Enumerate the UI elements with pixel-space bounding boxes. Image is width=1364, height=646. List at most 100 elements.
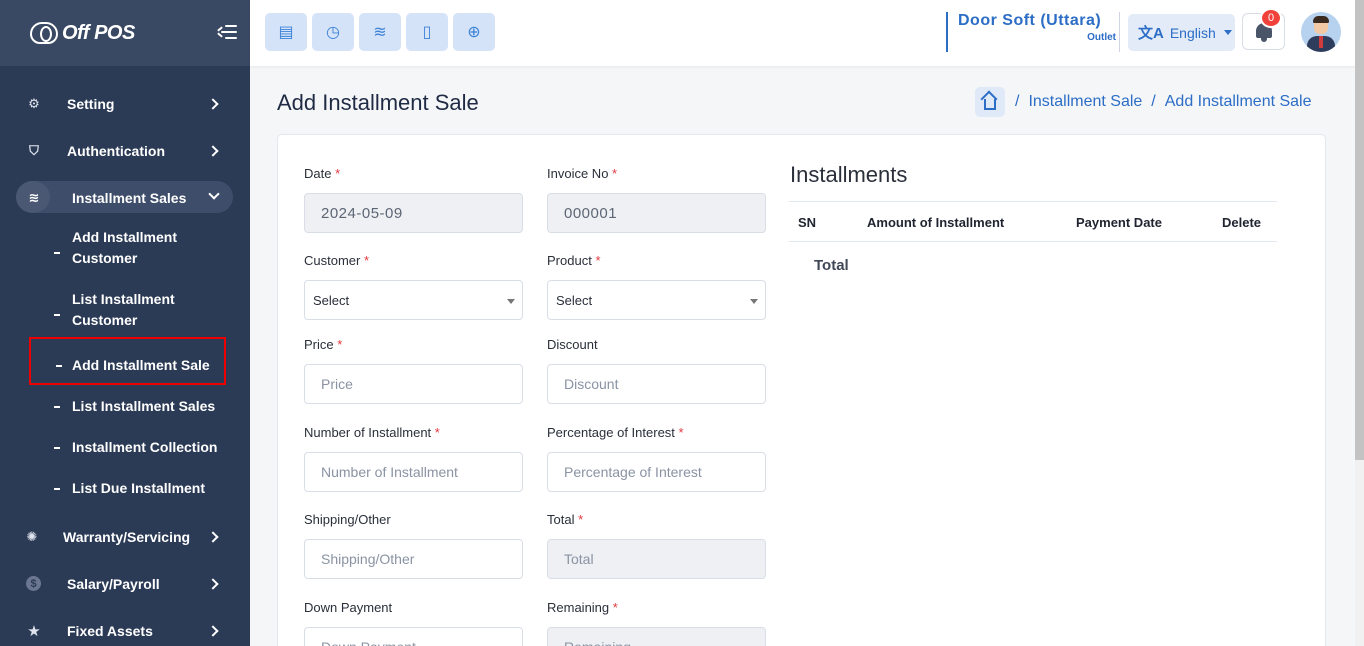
calculator-button[interactable]: ▯ — [406, 13, 448, 51]
sidebar-subitem-add-installment-customer[interactable]: Add Installment Customer — [0, 221, 250, 283]
customer-select[interactable]: Select — [304, 280, 523, 320]
total-field-group: Total * Total — [547, 512, 766, 579]
subitem-label-line2: Customer — [72, 312, 138, 328]
breadcrumb-separator: / — [1151, 93, 1156, 110]
down-payment-label: Down Payment — [304, 600, 393, 615]
sidebar-subitem-list-installment-sales[interactable]: List Installment Sales — [0, 386, 250, 427]
form-card: Date * 2024-05-09 Invoice No * 000001 Cu… — [277, 134, 1326, 646]
product-label: Product * — [547, 253, 601, 268]
avatar-hair — [1313, 16, 1329, 23]
chevron-right-icon — [207, 97, 219, 110]
breadcrumb-current: Add Installment Sale — [1164, 93, 1312, 110]
logo-text: Off POS — [62, 21, 135, 44]
installments-title: Installments — [790, 162, 908, 187]
product-field-group: Product * Select — [547, 253, 766, 320]
layers-icon: ≋ — [373, 24, 387, 41]
notification-badge: 0 — [1260, 8, 1282, 28]
remaining-label: Remaining * — [547, 600, 618, 615]
outlet-name: Door Soft (Uttara) — [958, 12, 1102, 29]
down-payment-input[interactable]: Down Payment — [304, 627, 523, 646]
star-icon: ★ — [27, 622, 41, 640]
bulb-icon: ✺ — [26, 528, 38, 544]
sidebar-item-authentication[interactable]: ⛉ Authentication — [0, 127, 250, 174]
invoice-label: Invoice No * — [547, 166, 618, 181]
invoice-input[interactable]: 000001 — [547, 193, 766, 233]
sidebar-item-installment-sales[interactable]: ≋ Installment Sales — [0, 174, 250, 221]
sidebar-item-label: Setting — [67, 95, 115, 112]
language-dropdown[interactable]: 文A English — [1128, 14, 1235, 51]
subitem-label-line2: Customer — [72, 250, 138, 266]
price-input[interactable]: Price — [304, 364, 523, 404]
shield-icon: ⛉ — [29, 142, 39, 158]
date-input[interactable]: 2024-05-09 — [304, 193, 523, 233]
pos-button[interactable]: ▤ — [265, 13, 307, 51]
chevron-right-icon — [207, 530, 219, 543]
dash-icon — [54, 314, 60, 316]
dash-icon — [54, 488, 60, 490]
outlet-type: Outlet — [1087, 32, 1116, 43]
clock-button[interactable]: ◷ — [312, 13, 354, 51]
logo-icon — [30, 22, 58, 44]
layers-icon: ≋ — [28, 189, 40, 205]
brand: Off POS — [0, 0, 250, 66]
total-input[interactable]: Total — [547, 539, 766, 579]
sidebar-item-label: Warranty/Servicing — [63, 528, 191, 545]
breadcrumb-installment-sale[interactable]: Installment Sale — [1028, 93, 1142, 111]
down-payment-field-group: Down Payment Down Payment — [304, 600, 523, 646]
discount-input[interactable]: Discount — [547, 364, 766, 404]
subitem-label: Installment Collection — [72, 439, 218, 455]
dash-icon — [54, 447, 60, 449]
total-label: Total * — [547, 512, 584, 527]
invoice-field-group: Invoice No * 000001 — [547, 166, 766, 233]
outlet-info[interactable]: Door Soft (Uttara) Outlet — [946, 12, 1120, 52]
column-header-delete: Delete — [1222, 215, 1262, 230]
num-installment-input[interactable]: Number of Installment — [304, 452, 523, 492]
highlight-box — [29, 337, 226, 385]
pos-icon: ▤ — [278, 24, 294, 41]
column-header-payment-date: Payment Date — [1076, 215, 1162, 230]
subitem-label: List Installment Sales — [72, 398, 216, 414]
sidebar-subitem-installment-collection[interactable]: Installment Collection — [0, 427, 250, 468]
installments-table-header: SN Amount of Installment Payment Date De… — [789, 201, 1277, 242]
divider — [1119, 12, 1120, 52]
subitem-label-line1: Add Installment — [72, 229, 178, 245]
customer-field-group: Customer * Select — [304, 253, 523, 320]
sidebar-subitem-list-due-installment[interactable]: List Due Installment — [0, 468, 250, 509]
column-header-amount: Amount of Installment — [867, 215, 1005, 230]
sidebar-item-warranty-servicing[interactable]: ✺ Warranty/Servicing — [0, 513, 250, 560]
chevron-right-icon — [207, 624, 219, 637]
date-label: Date * — [304, 166, 341, 181]
price-label: Price * — [304, 337, 343, 352]
sidebar-collapse-button[interactable] — [217, 22, 237, 42]
shipping-input[interactable]: Shipping/Other — [304, 539, 523, 579]
dash-icon — [54, 252, 60, 254]
breadcrumb-separator: / — [1015, 93, 1020, 110]
notification-button[interactable]: 0 — [1242, 8, 1285, 50]
subitem-label: List Due Installment — [72, 480, 206, 496]
sidebar-item-setting[interactable]: ⚙ Setting — [0, 80, 250, 127]
num-installment-label: Number of Installment * — [304, 425, 440, 440]
target-button[interactable]: ⊕ — [453, 13, 495, 51]
layers-button[interactable]: ≋ — [359, 13, 401, 51]
shipping-label: Shipping/Other — [304, 512, 391, 527]
sidebar-item-salary-payroll[interactable]: $ Salary/Payroll — [0, 560, 250, 607]
sidebar-item-label: Salary/Payroll — [67, 575, 160, 592]
interest-label: Percentage of Interest * — [547, 425, 684, 440]
remaining-input[interactable]: Remaining — [547, 627, 766, 646]
target-icon: ⊕ — [467, 24, 481, 41]
interest-input[interactable]: Percentage of Interest — [547, 452, 766, 492]
date-field-group: Date * 2024-05-09 — [304, 166, 523, 233]
dollar-icon: $ — [26, 576, 41, 591]
sidebar-item-label: Installment Sales — [72, 189, 187, 206]
sidebar-item-fixed-assets[interactable]: ★ Fixed Assets — [0, 607, 250, 646]
breadcrumb: / Installment Sale / Add Installment Sal… — [975, 87, 1312, 117]
breadcrumb-home[interactable] — [975, 87, 1005, 117]
translate-icon: 文A — [1138, 25, 1164, 42]
avatar[interactable] — [1301, 12, 1341, 52]
scrollbar-thumb[interactable] — [1355, 0, 1364, 460]
chevron-right-icon — [207, 577, 219, 590]
num-installment-field-group: Number of Installment * Number of Instal… — [304, 425, 523, 492]
clock-icon: ◷ — [326, 24, 340, 41]
product-select[interactable]: Select — [547, 280, 766, 320]
sidebar-subitem-list-installment-customer[interactable]: List Installment Customer — [0, 283, 250, 345]
